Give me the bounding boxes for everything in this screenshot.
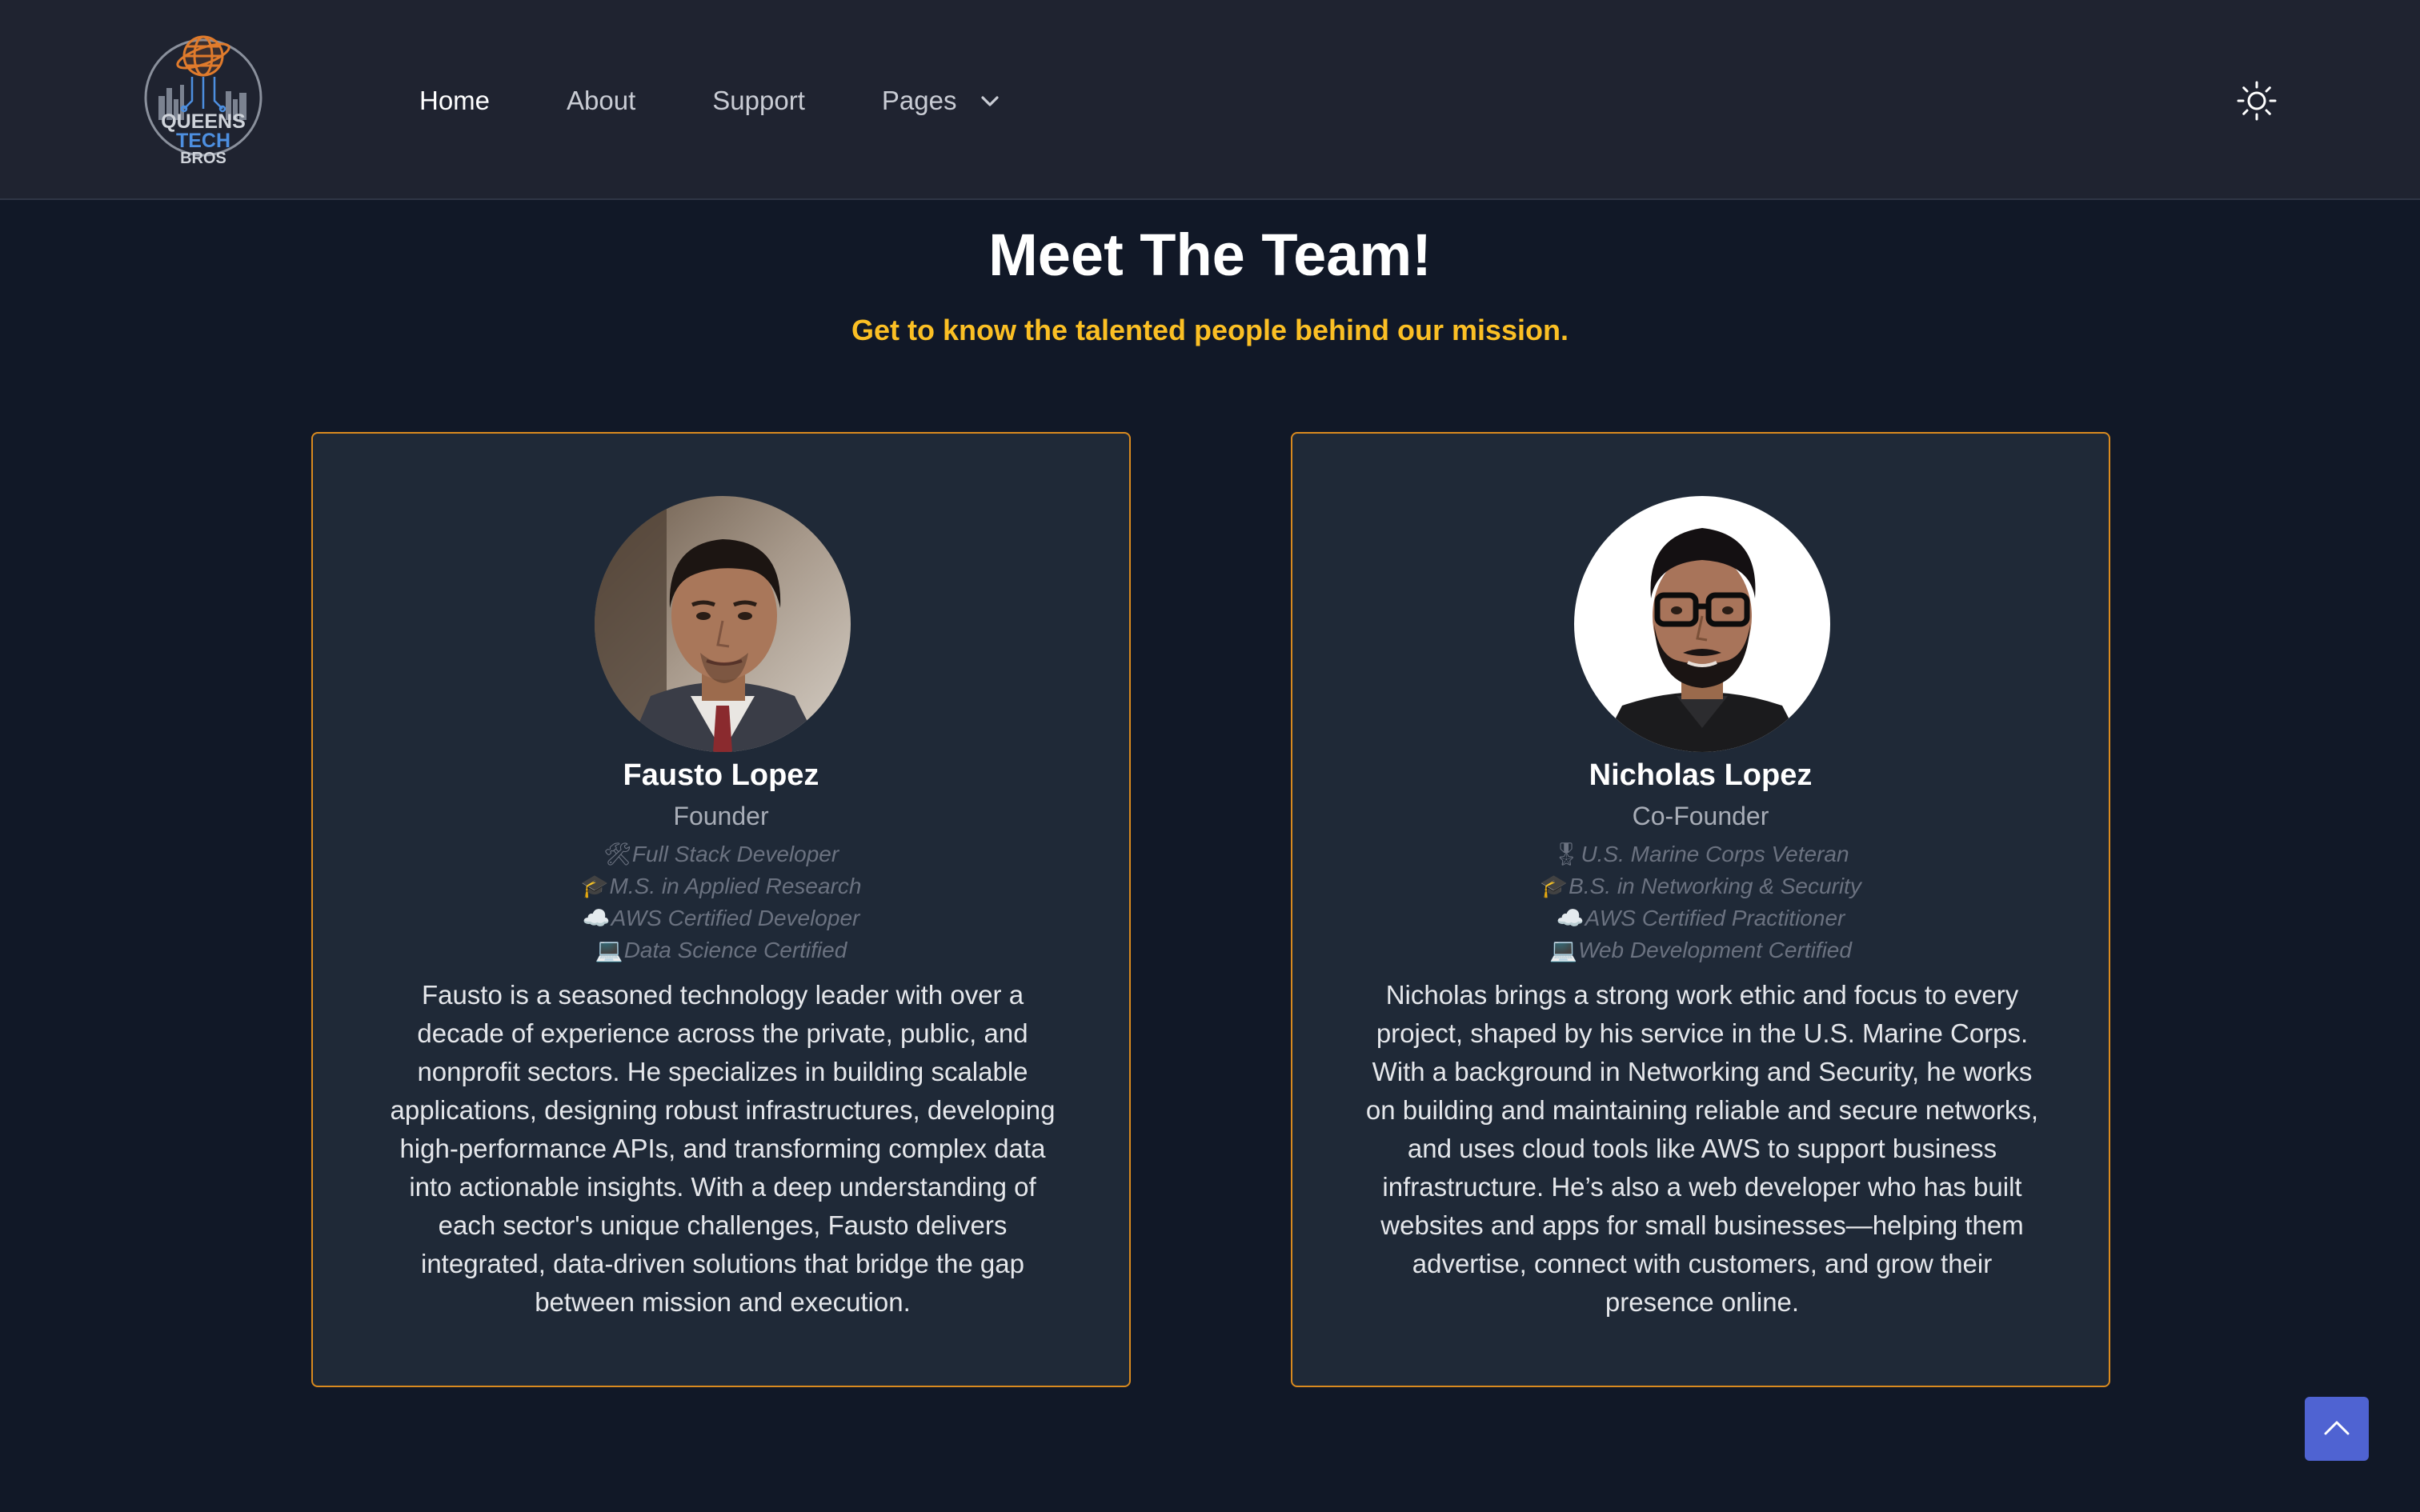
laptop-icon: 💻 (1549, 938, 1577, 962)
sun-icon (2237, 81, 2277, 121)
main-nav: Home About Support Pages (419, 78, 1080, 123)
cloud-icon: ☁️ (1556, 906, 1585, 930)
fausto-photo (595, 496, 851, 752)
member-bio: Nicholas brings a strong work ethic and … (1365, 980, 2039, 1317)
graduation-cap-icon: 🎓 (580, 874, 609, 898)
credentials-list: 🎖U.S. Marine Corps Veteran 🎓B.S. in Netw… (1292, 838, 2109, 966)
credentials-list: 🛠Full Stack Developer 🎓M.S. in Applied R… (313, 838, 1129, 966)
credential-item: ☁️AWS Certified Practitioner (1292, 902, 2109, 934)
nav-pages-label: Pages (881, 86, 957, 115)
logo-text-bros: BROS (180, 150, 226, 166)
avatar (595, 496, 851, 752)
nav-about-label: About (567, 86, 636, 115)
nav-support-label: Support (712, 86, 805, 115)
nav-home-label: Home (419, 86, 491, 115)
credential-item: 🎓M.S. in Applied Research (313, 870, 1129, 902)
queens-tech-bros-logo[interactable]: QUEENS TECH BROS (142, 29, 264, 167)
credential-text: Data Science Certified (623, 938, 847, 962)
laptop-icon: 💻 (595, 938, 623, 962)
credential-item: 💻Web Development Certified (1292, 934, 2109, 966)
cloud-icon: ☁️ (582, 906, 611, 930)
avatar (1574, 496, 1830, 752)
credential-text: M.S. in Applied Research (609, 874, 862, 898)
member-role: Co-Founder (1632, 802, 1769, 830)
chevron-up-icon (2324, 1421, 2350, 1435)
site-header: QUEENS TECH BROS Home About Support Page… (0, 0, 2420, 200)
tools-icon: 🛠 (603, 842, 632, 866)
credential-text: Web Development Certified (1578, 938, 1852, 962)
logo-graphic: QUEENS TECH BROS (144, 35, 262, 167)
member-name: Nicholas Lopez (1589, 758, 1813, 792)
member-bio: Fausto is a seasoned technology leader w… (390, 980, 1056, 1317)
member-role: Founder (673, 802, 769, 830)
team-card-nicholas: Nicholas Lopez Co-Founder 🎖U.S. Marine C… (1291, 432, 2110, 1387)
credential-item: 💻Data Science Certified (313, 934, 1129, 966)
credential-text: AWS Certified Practitioner (1585, 906, 1845, 930)
nav-pages-dropdown[interactable]: Pages (882, 86, 1004, 116)
credential-item: ☁️AWS Certified Developer (313, 902, 1129, 934)
credential-item: 🛠Full Stack Developer (313, 838, 1129, 870)
logo-text-tech: TECH (176, 130, 230, 152)
credential-text: AWS Certified Developer (611, 906, 860, 930)
nav-about[interactable]: About (567, 86, 635, 116)
credential-text: Full Stack Developer (631, 842, 839, 866)
scroll-to-top-button[interactable] (2305, 1397, 2369, 1461)
nav-home[interactable]: Home (419, 86, 490, 116)
page-subtitle: Get to know the talented people behind o… (851, 314, 1569, 346)
medal-icon: 🎖 (1552, 842, 1581, 866)
credential-item: 🎖U.S. Marine Corps Veteran (1292, 838, 2109, 870)
page-title: Meet The Team! (988, 222, 1432, 288)
team-card-fausto: Fausto Lopez Founder 🛠Full Stack Develop… (311, 432, 1131, 1387)
credential-text: B.S. in Networking & Security (1569, 874, 1861, 898)
nav-support[interactable]: Support (712, 86, 805, 116)
credential-text: U.S. Marine Corps Veteran (1581, 842, 1849, 866)
theme-toggle-button[interactable] (2236, 80, 2278, 122)
credential-item: 🎓B.S. in Networking & Security (1292, 870, 2109, 902)
graduation-cap-icon: 🎓 (1540, 874, 1569, 898)
nicholas-photo (1574, 496, 1830, 752)
chevron-down-icon (977, 88, 1003, 114)
member-name: Fausto Lopez (623, 758, 819, 792)
